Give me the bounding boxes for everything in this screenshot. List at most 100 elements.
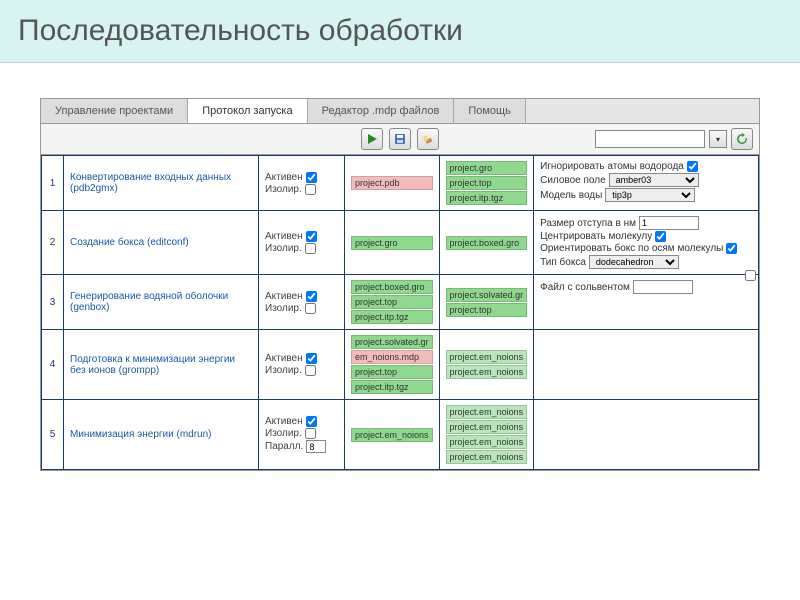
isol-flag[interactable]: Изолир. xyxy=(265,303,338,314)
param-row: Игнорировать атомы водорода xyxy=(540,161,742,172)
step-flags: Активен Изолир. xyxy=(259,211,345,275)
file-chip[interactable]: project.em_noions xyxy=(446,420,528,434)
file-chip[interactable]: project.solvated.gr xyxy=(351,335,433,349)
param-select[interactable]: tip3p xyxy=(605,188,695,202)
tab-1[interactable]: Протокол запуска xyxy=(188,99,307,123)
step-name: Конвертирование входных данных (pdb2gmx) xyxy=(64,156,259,211)
file-chip[interactable]: project.em_noions xyxy=(446,450,528,464)
step-flags: Активен Изолир. xyxy=(259,156,345,211)
file-chip[interactable]: project.gro xyxy=(351,236,433,250)
input-files: project.boxed.groproject.topproject.itp.… xyxy=(345,275,440,330)
run-button[interactable] xyxy=(361,128,383,150)
step-row: 5Минимизация энергии (mdrun)Активен Изол… xyxy=(42,400,759,470)
tab-2[interactable]: Редактор .mdp файлов xyxy=(308,99,455,123)
tab-0[interactable]: Управление проектами xyxy=(41,99,188,123)
param-row: Модель водыtip3p xyxy=(540,188,742,202)
file-chip[interactable]: project.top xyxy=(351,295,433,309)
step-row: 2Создание бокса (editconf)Активен Изолир… xyxy=(42,211,759,275)
active-flag[interactable]: Активен xyxy=(265,353,338,364)
file-chip[interactable]: project.boxed.gro xyxy=(446,236,528,250)
isol-flag[interactable]: Изолир. xyxy=(265,243,338,254)
file-chip[interactable]: project.pdb xyxy=(351,176,433,190)
step-number: 2 xyxy=(42,211,64,275)
param-select[interactable]: amber03 xyxy=(609,173,699,187)
output-files: project.em_noionsproject.em_noionsprojec… xyxy=(439,400,534,470)
step-flags: Активен Изолир. xyxy=(259,330,345,400)
parallel-flag[interactable]: Паралл. xyxy=(265,440,338,453)
active-flag[interactable]: Активен xyxy=(265,416,338,427)
step-params: Размер отступа в нм Центрировать молекулу… xyxy=(534,211,759,275)
param-input[interactable] xyxy=(639,216,699,230)
active-checkbox[interactable] xyxy=(306,291,317,302)
step-flags: Активен Изолир. Паралл. xyxy=(259,400,345,470)
isol-checkbox[interactable] xyxy=(305,428,316,439)
isol-flag[interactable]: Изолир. xyxy=(265,184,338,195)
search-input[interactable] xyxy=(595,130,705,148)
file-chip[interactable]: project.top xyxy=(351,365,433,379)
file-chip[interactable]: project.em_noions xyxy=(446,350,528,364)
param-row: Силовое полеamber03 xyxy=(540,173,742,187)
file-chip[interactable]: project.top xyxy=(446,176,528,190)
tab-3[interactable]: Помощь xyxy=(454,99,526,123)
file-chip[interactable]: project.itp.tgz xyxy=(351,310,433,324)
isol-checkbox[interactable] xyxy=(305,184,316,195)
input-files: project.em_noions xyxy=(345,400,440,470)
file-chip[interactable]: project.solvated.gr xyxy=(446,288,528,302)
active-flag[interactable]: Активен xyxy=(265,231,338,242)
file-chip[interactable]: project.em_noions xyxy=(446,365,528,379)
step-number: 4 xyxy=(42,330,64,400)
param-checkbox[interactable] xyxy=(655,231,666,242)
isol-flag[interactable]: Изолир. xyxy=(265,365,338,376)
app-panel: Управление проектамиПротокол запускаРеда… xyxy=(40,98,760,471)
parallel-input[interactable] xyxy=(306,440,326,453)
param-row: Файл с сольвентом xyxy=(540,280,742,294)
file-chip[interactable]: project.gro xyxy=(446,161,528,175)
param-label: Размер отступа в нм xyxy=(540,218,636,229)
param-row: Ориентировать бокс по осям молекулы xyxy=(540,243,742,254)
step-name: Минимизация энергии (mdrun) xyxy=(64,400,259,470)
file-chip[interactable]: project.itp.tgz xyxy=(446,191,528,205)
active-flag[interactable]: Активен xyxy=(265,172,338,183)
param-select[interactable]: dodecahedron xyxy=(589,255,679,269)
isol-checkbox[interactable] xyxy=(305,303,316,314)
steps-table: 1Конвертирование входных данных (pdb2gmx… xyxy=(41,155,759,470)
param-checkbox[interactable] xyxy=(726,243,737,254)
param-row: Размер отступа в нм xyxy=(540,216,742,230)
param-label: Игнорировать атомы водорода xyxy=(540,161,684,172)
step-name: Подготовка к минимизации энергии без ион… xyxy=(64,330,259,400)
refresh-button[interactable] xyxy=(731,128,753,150)
active-checkbox[interactable] xyxy=(306,416,317,427)
save-button[interactable] xyxy=(389,128,411,150)
active-flag[interactable]: Активен xyxy=(265,291,338,302)
active-checkbox[interactable] xyxy=(306,172,317,183)
clear-button[interactable] xyxy=(417,128,439,150)
param-label: Файл с сольвентом xyxy=(540,282,630,293)
param-label: Ориентировать бокс по осям молекулы xyxy=(540,243,723,254)
param-input[interactable] xyxy=(633,280,693,294)
search-dropdown[interactable]: ▾ xyxy=(709,130,727,148)
isol-checkbox[interactable] xyxy=(305,365,316,376)
file-chip[interactable]: project.em_noions xyxy=(351,428,433,442)
active-checkbox[interactable] xyxy=(306,231,317,242)
file-chip[interactable]: project.boxed.gro xyxy=(351,280,433,294)
param-label: Центрировать молекулу xyxy=(540,231,652,242)
active-checkbox[interactable] xyxy=(306,353,317,364)
file-chip[interactable]: project.top xyxy=(446,303,528,317)
step-params xyxy=(534,400,759,470)
step-number: 3 xyxy=(42,275,64,330)
file-chip[interactable]: project.em_noions xyxy=(446,435,528,449)
input-files: project.solvated.grem_noions.mdpproject.… xyxy=(345,330,440,400)
file-chip[interactable]: project.itp.tgz xyxy=(351,380,433,394)
isol-checkbox[interactable] xyxy=(305,243,316,254)
file-chip[interactable]: em_noions.mdp xyxy=(351,350,433,364)
step-row: 1Конвертирование входных данных (pdb2gmx… xyxy=(42,156,759,211)
step-name: Генерирование водяной оболочки (genbox) xyxy=(64,275,259,330)
output-files: project.solvated.grproject.top xyxy=(439,275,534,330)
output-files: project.em_noionsproject.em_noions xyxy=(439,330,534,400)
isol-flag[interactable]: Изолир. xyxy=(265,428,338,439)
param-checkbox[interactable] xyxy=(687,161,698,172)
param-label: Силовое поле xyxy=(540,175,606,186)
step-params: Файл с сольвентом xyxy=(534,275,759,330)
file-chip[interactable]: project.em_noions xyxy=(446,405,528,419)
output-files: project.boxed.gro xyxy=(439,211,534,275)
